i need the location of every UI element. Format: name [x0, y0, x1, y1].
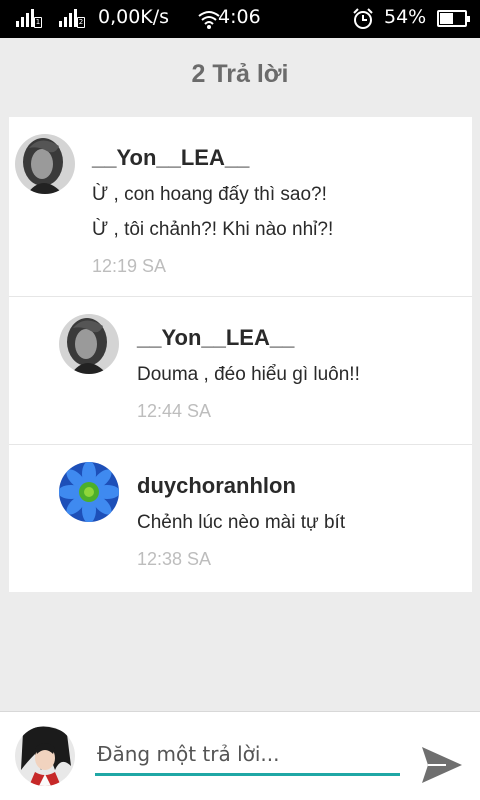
- comment-item[interactable]: __Yon__LEA__ Ừ , con hoang đấy thì sao?!…: [9, 117, 472, 297]
- battery-percent: 54%: [384, 6, 427, 28]
- avatar[interactable]: [59, 462, 119, 522]
- alarm-icon: [353, 8, 373, 29]
- comment-body: __Yon__LEA__ Douma , đéo hiểu gì luôn!! …: [137, 323, 360, 424]
- send-icon[interactable]: [420, 744, 464, 786]
- sim2-badge: 2: [77, 17, 85, 28]
- flower-avatar-icon: [59, 462, 119, 522]
- battery-fill: [440, 13, 453, 24]
- sim1-badge: 1: [34, 17, 42, 28]
- avatar[interactable]: [59, 314, 119, 374]
- battery-icon: [437, 10, 470, 27]
- comment-time: 12:44 SA: [137, 401, 212, 421]
- comment-text: Ừ , tôi chảnh?! Khi nào nhỉ?!: [92, 219, 334, 240]
- comment-time: 12:38 SA: [137, 549, 212, 569]
- comment-body: duychoranhlon Chẻnh lúc nèo mài tự bít 1…: [137, 471, 345, 572]
- clock: 4:06: [218, 6, 261, 28]
- wifi-icon: [198, 11, 220, 29]
- comment-body: __Yon__LEA__ Ừ , con hoang đấy thì sao?!…: [92, 143, 333, 279]
- comment-text: Ừ , con hoang đấy thì sao?!: [92, 184, 327, 205]
- comment-item[interactable]: __Yon__LEA__ Douma , đéo hiểu gì luôn!! …: [9, 297, 472, 445]
- page-title: 2 Trả lời: [191, 59, 289, 88]
- my-avatar[interactable]: [15, 726, 75, 786]
- replies-list: __Yon__LEA__ Ừ , con hoang đấy thì sao?!…: [9, 117, 472, 592]
- comment-author[interactable]: __Yon__LEA__: [92, 143, 333, 173]
- page-header: 2 Trả lời: [0, 38, 480, 110]
- comment-author[interactable]: __Yon__LEA__: [137, 323, 360, 353]
- reply-composer: [0, 711, 480, 800]
- comment-time: 12:19 SA: [92, 256, 167, 276]
- network-speed: 0,00K/s: [98, 6, 170, 28]
- reply-input[interactable]: [95, 734, 400, 776]
- comment-text: Chẻnh lúc nèo mài tự bít: [137, 512, 346, 533]
- comment-author[interactable]: duychoranhlon: [137, 471, 345, 501]
- comment-text: Douma , đéo hiểu gì luôn!!: [137, 364, 360, 385]
- avatar[interactable]: [15, 134, 75, 194]
- signal-icon: [59, 9, 77, 27]
- comment-item[interactable]: duychoranhlon Chẻnh lúc nèo mài tự bít 1…: [9, 445, 472, 592]
- user-avatar-icon: [15, 134, 75, 194]
- user-avatar-icon: [59, 314, 119, 374]
- anime-avatar-icon: [15, 726, 75, 786]
- status-bar: 1 2 0,00K/s 4:06 54%: [0, 0, 480, 38]
- signal-icon: [16, 9, 34, 27]
